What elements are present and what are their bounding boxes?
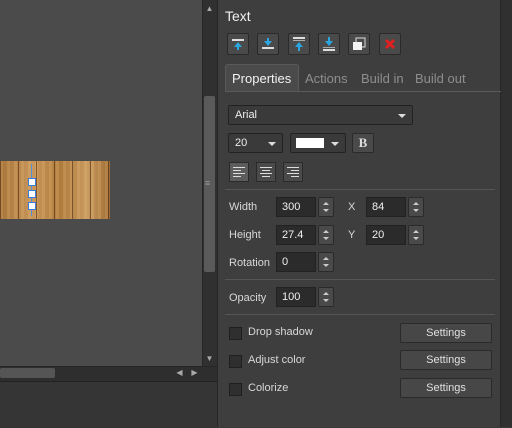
rotation-label: Rotation (229, 257, 270, 269)
height-label: Height (229, 229, 261, 241)
width-field[interactable]: 300 (276, 197, 316, 217)
align-left-button[interactable] (229, 162, 249, 182)
panel-title: Text (225, 8, 251, 24)
rotation-stepper[interactable] (318, 252, 334, 272)
adjust-color-label: Adjust color (248, 354, 306, 366)
delete-icon[interactable] (379, 33, 401, 55)
chevron-down-icon (268, 142, 276, 146)
resize-handle-top[interactable] (28, 178, 36, 186)
scroll-down-icon[interactable]: ▼ (202, 354, 217, 363)
rotation-field[interactable]: 0 (276, 252, 316, 272)
tab-build-in[interactable]: Build in (361, 71, 404, 86)
width-label: Width (229, 201, 258, 213)
bring-forward-icon[interactable] (227, 33, 249, 55)
font-size-select[interactable]: 20 (228, 133, 283, 153)
scroll-up-icon[interactable]: ▲ (202, 4, 217, 13)
x-stepper[interactable] (408, 197, 424, 217)
scroll-right-icon[interactable]: ▶ (187, 368, 202, 377)
tab-divider (225, 91, 501, 92)
width-stepper[interactable] (318, 197, 334, 217)
x-field[interactable]: 84 (366, 197, 406, 217)
align-center-button[interactable] (256, 162, 276, 182)
y-label: Y (348, 229, 356, 241)
opacity-stepper[interactable] (318, 287, 334, 307)
bold-button[interactable]: B (352, 133, 374, 153)
font-family-select[interactable]: Arial (228, 105, 413, 125)
send-to-back-icon[interactable] (318, 33, 340, 55)
opacity-field[interactable]: 100 (276, 287, 316, 307)
send-backward-icon[interactable] (257, 33, 279, 55)
horizontal-scroll-thumb[interactable] (0, 368, 55, 378)
drop-shadow-label: Drop shadow (248, 326, 313, 338)
panel-scrollbar[interactable] (500, 0, 512, 427)
status-area (0, 381, 217, 428)
y-field[interactable]: 20 (366, 225, 406, 245)
colorize-label: Colorize (248, 382, 289, 394)
splitter-grip-icon[interactable]: ≡ (205, 178, 210, 188)
drop-shadow-checkbox[interactable] (229, 327, 242, 340)
chevron-down-icon (398, 114, 406, 118)
height-stepper[interactable] (318, 225, 334, 245)
duplicate-icon[interactable] (348, 33, 370, 55)
bring-to-front-icon[interactable] (288, 33, 310, 55)
tab-actions[interactable]: Actions (305, 71, 348, 86)
adjust-color-settings-button[interactable]: Settings (400, 350, 492, 370)
resize-handle-middle[interactable] (28, 190, 36, 198)
tab-build-out[interactable]: Build out (415, 71, 466, 86)
align-right-button[interactable] (283, 162, 303, 182)
colorize-checkbox[interactable] (229, 383, 242, 396)
y-stepper[interactable] (408, 225, 424, 245)
scroll-left-icon[interactable]: ◀ (172, 368, 187, 377)
section-divider (225, 189, 495, 190)
font-size-value: 20 (235, 137, 248, 149)
tab-properties-label: Properties (232, 71, 292, 86)
color-swatch (296, 138, 324, 148)
chevron-down-icon (331, 142, 339, 146)
colorize-settings-button[interactable]: Settings (400, 378, 492, 398)
height-field[interactable]: 27.4 (276, 225, 316, 245)
font-color-picker[interactable] (290, 133, 346, 153)
section-divider (225, 314, 495, 315)
drop-shadow-settings-button[interactable]: Settings (400, 323, 492, 343)
opacity-label: Opacity (229, 292, 267, 304)
adjust-color-checkbox[interactable] (229, 355, 242, 368)
x-label: X (348, 201, 356, 213)
font-family-value: Arial (235, 109, 258, 121)
resize-handle-bottom[interactable] (28, 202, 36, 210)
section-divider (225, 279, 495, 280)
